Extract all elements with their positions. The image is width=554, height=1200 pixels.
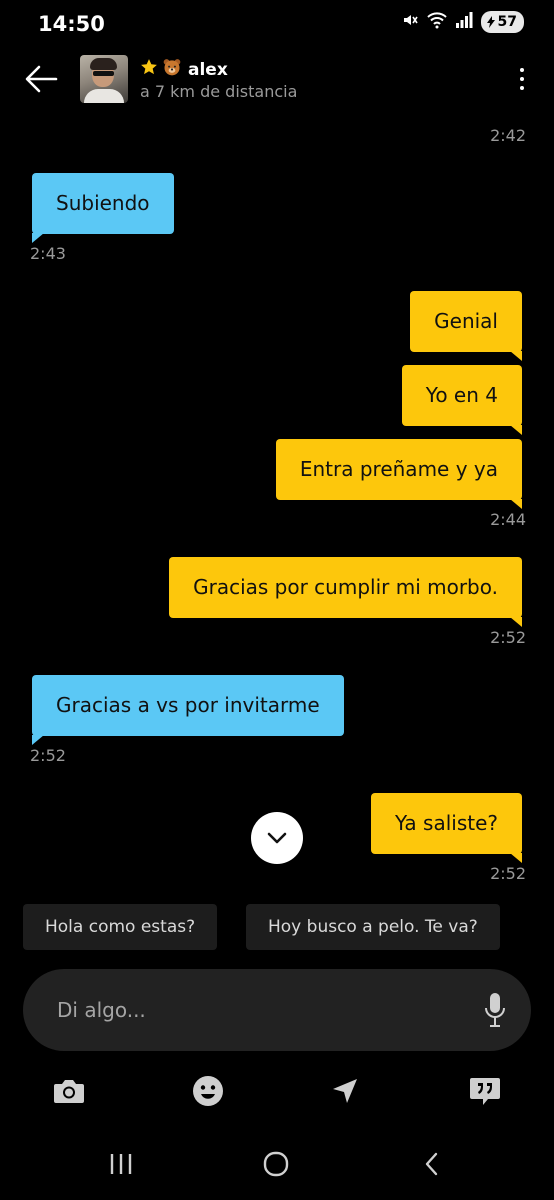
message-timestamp: 2:44 xyxy=(490,510,526,529)
location-icon xyxy=(333,1079,357,1103)
more-dot xyxy=(520,86,524,90)
quick-reply-chip[interactable]: Hoy busco a pelo. Te va? xyxy=(246,904,500,950)
emoji-button[interactable] xyxy=(189,1072,227,1110)
chevron-down-icon xyxy=(267,832,287,844)
incoming-message[interactable]: Subiendo xyxy=(32,173,174,243)
message-timestamp: 2:42 xyxy=(490,126,526,145)
message-timestamp: 2:52 xyxy=(30,746,66,765)
microphone-icon xyxy=(485,993,505,1027)
outgoing-message[interactable]: Entra preñame y ya xyxy=(275,439,523,509)
bear-icon xyxy=(162,57,182,82)
wifi-icon xyxy=(426,11,447,33)
contact-name-row[interactable]: alex xyxy=(140,57,228,82)
chat-toolbar xyxy=(0,1070,554,1112)
location-button[interactable] xyxy=(326,1072,364,1110)
message-timestamp: 2:43 xyxy=(30,244,66,263)
back-icon xyxy=(425,1152,438,1176)
mute-icon xyxy=(401,11,419,33)
camera-icon xyxy=(54,1080,84,1103)
star-icon xyxy=(140,58,158,81)
home-button[interactable] xyxy=(256,1148,296,1180)
recent-apps-icon xyxy=(110,1154,132,1174)
contact-name: alex xyxy=(188,59,228,80)
saved-phrases-button[interactable] xyxy=(466,1072,504,1110)
system-nav-bar xyxy=(0,1140,554,1188)
home-icon xyxy=(263,1151,289,1177)
back-button[interactable] xyxy=(22,62,60,96)
arrow-left-icon xyxy=(25,65,58,93)
signal-icon xyxy=(455,11,473,33)
chat-header: alex a 7 km de distancia xyxy=(0,52,554,110)
emoji-icon xyxy=(193,1076,223,1106)
more-dot xyxy=(520,68,524,72)
message-timestamp: 2:52 xyxy=(490,628,526,647)
recent-apps-button[interactable] xyxy=(101,1148,141,1180)
incoming-message[interactable]: Gracias a vs por invitarme xyxy=(32,675,344,745)
nav-back-button[interactable] xyxy=(412,1148,452,1180)
message-input[interactable] xyxy=(57,969,457,1051)
more-dot xyxy=(520,77,524,81)
status-icons: 57 xyxy=(401,11,524,33)
outgoing-message[interactable]: Yo en 4 xyxy=(401,365,523,435)
more-options-button[interactable] xyxy=(512,62,532,96)
outgoing-message[interactable]: Ya saliste? xyxy=(370,793,523,863)
message-timestamp: 2:52 xyxy=(490,864,526,883)
status-bar: 14:50 57 xyxy=(0,0,554,52)
battery-icon: 57 xyxy=(480,11,524,33)
camera-button[interactable] xyxy=(50,1072,88,1110)
microphone-button[interactable] xyxy=(483,992,507,1028)
outgoing-message[interactable]: Gracias por cumplir mi morbo. xyxy=(169,557,522,627)
outgoing-message[interactable]: Genial xyxy=(410,291,522,361)
avatar[interactable] xyxy=(80,55,128,103)
compose-bar xyxy=(23,969,531,1051)
quick-reply-chip[interactable]: Hola como estas? xyxy=(23,904,218,950)
scroll-to-bottom-button[interactable] xyxy=(251,812,303,864)
quote-icon xyxy=(470,1078,500,1105)
battery-level: 57 xyxy=(497,14,517,30)
status-time: 14:50 xyxy=(38,12,105,36)
contact-distance: a 7 km de distancia xyxy=(140,82,298,101)
